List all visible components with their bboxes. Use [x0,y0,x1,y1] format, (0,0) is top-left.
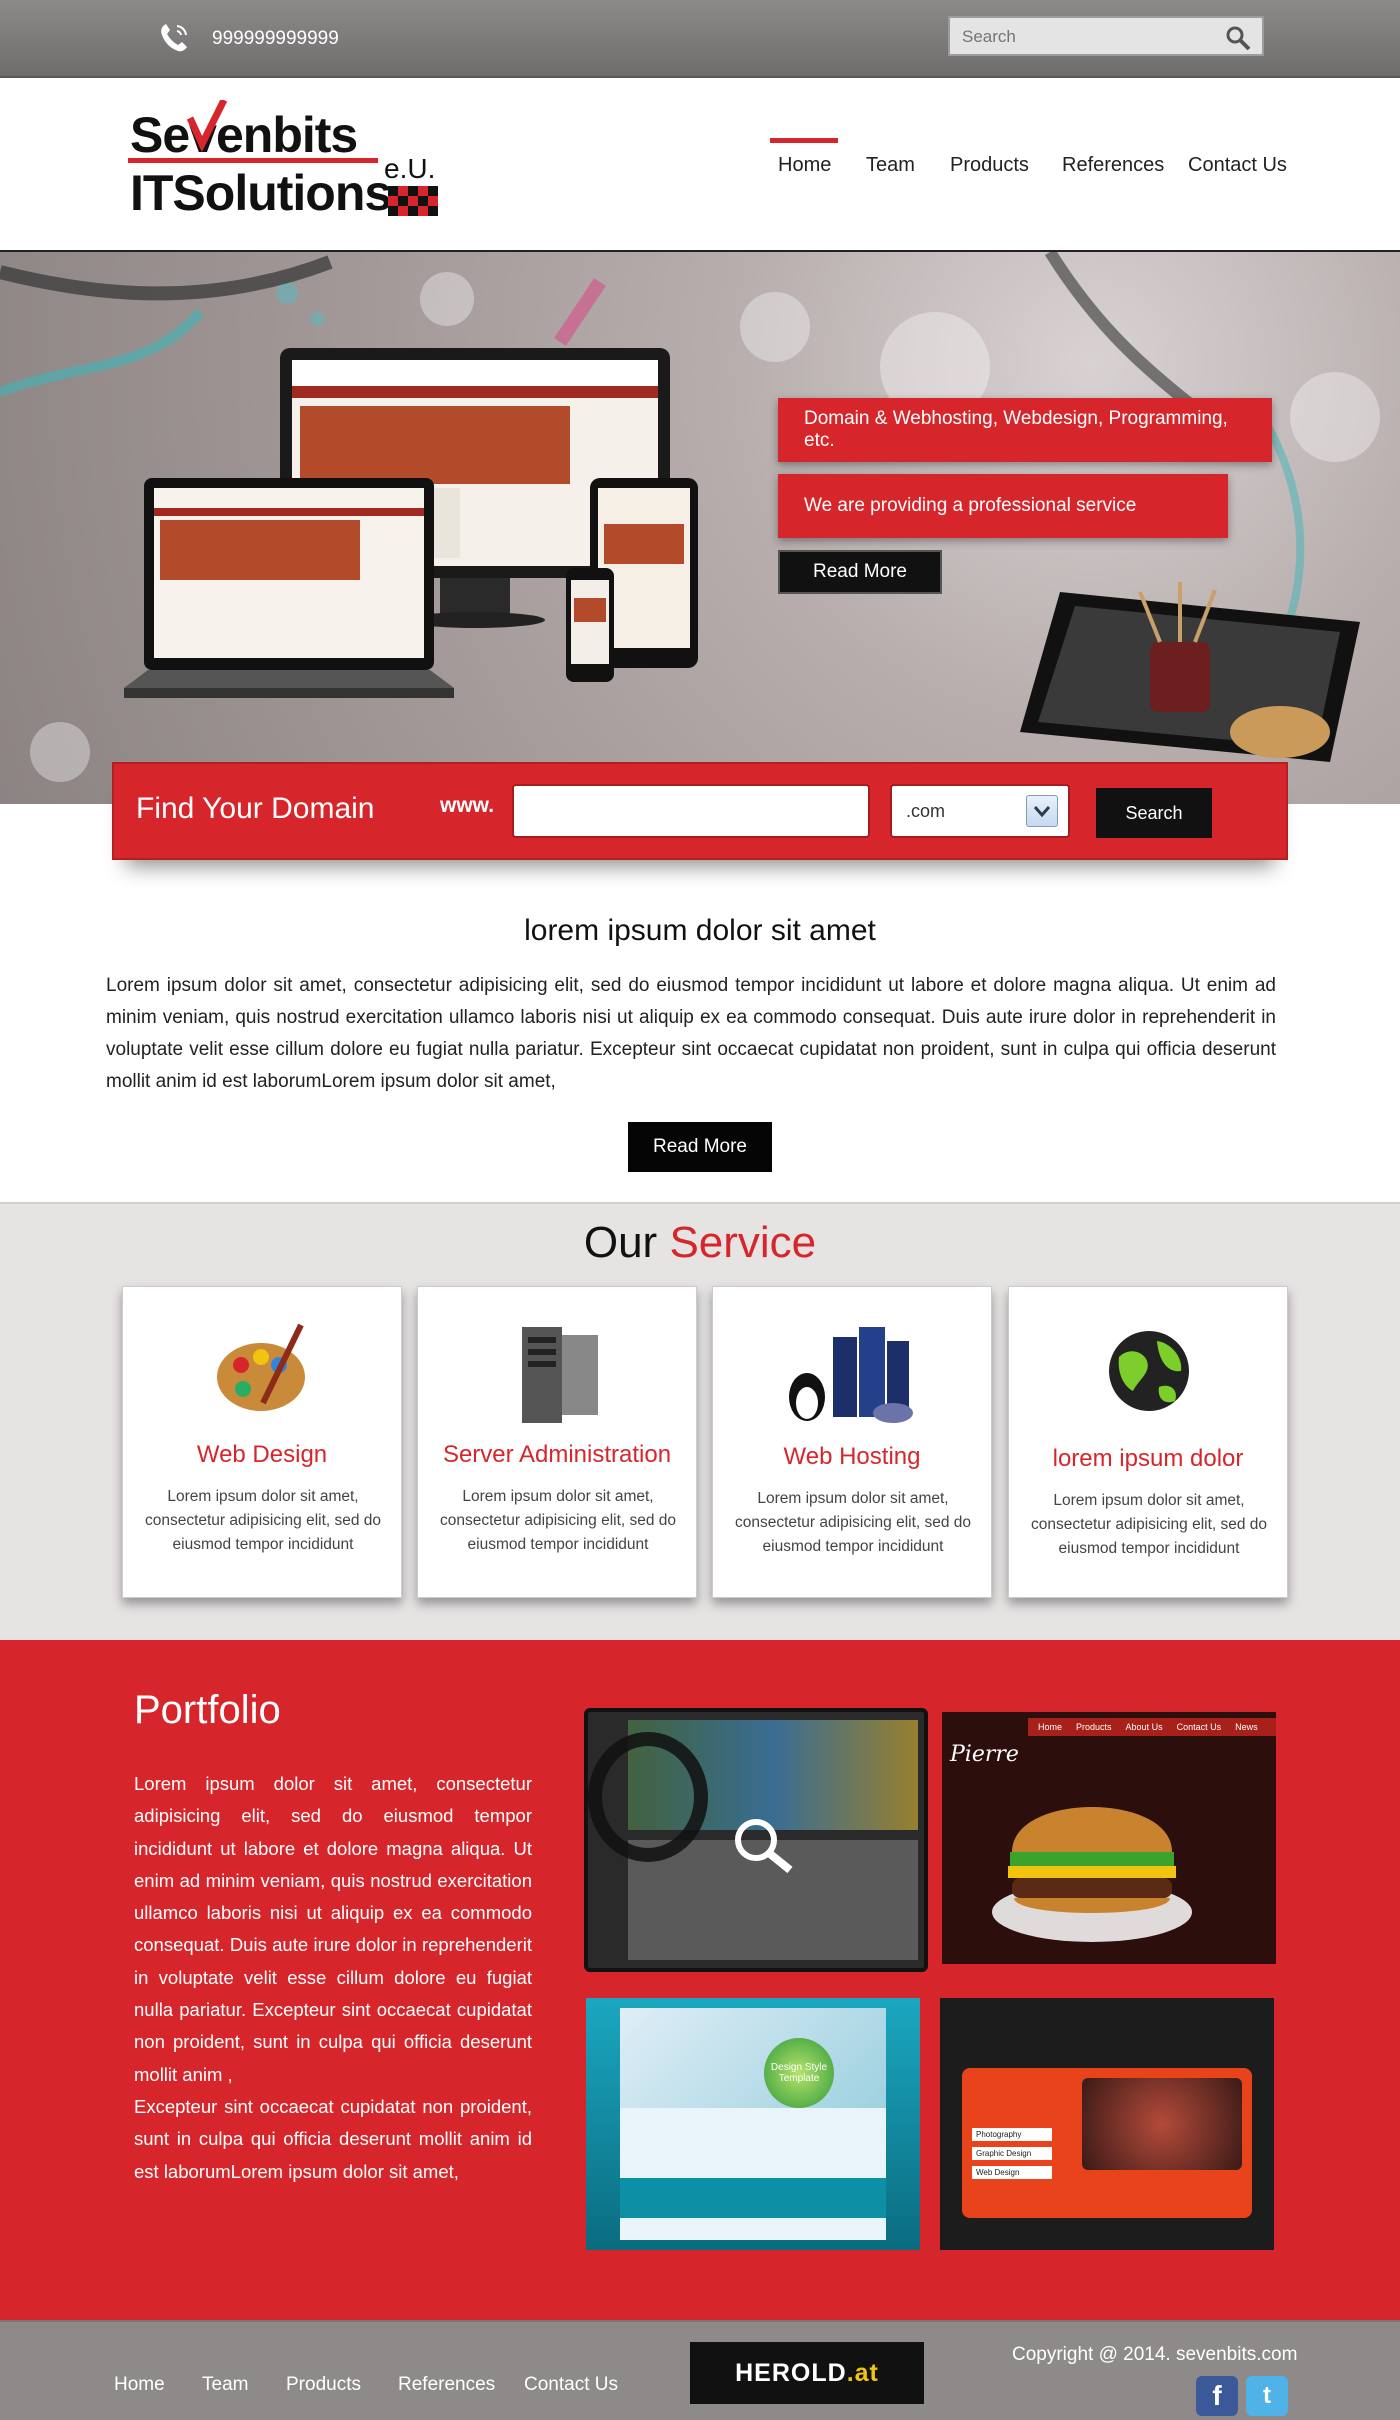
service-title: Our Service [0,1218,1400,1268]
search-input[interactable] [962,24,1212,50]
copyright-text: Copyright @ 2014. sevenbits.com [1012,2344,1298,2365]
magnify-icon [735,1819,793,1874]
nav-references[interactable]: References [1062,154,1164,177]
nav-home[interactable]: Home [778,154,831,177]
service-card-generic[interactable]: lorem ipsum dolor Lorem ipsum dolor sit … [1008,1286,1288,1598]
nav-contact-us[interactable]: Contact Us [1188,154,1287,177]
thumb-nav-item: News [1235,1722,1258,1732]
thumb-brand: Pierre [950,1742,1019,1767]
thumb-footer [620,2178,886,2218]
domain-search-title: Find Your Domain [136,792,375,825]
phone-icon [161,24,187,52]
burger-image [992,1807,1192,1942]
footer-home-link[interactable]: Home [114,2374,165,2396]
thumb-menu-item: Photography [972,2128,1052,2141]
phone-number: 999999999999 [212,28,339,49]
service-card-text: Lorem ipsum dolor sit amet, consectetur … [144,1488,382,1553]
service-title-our: Our [583,1218,658,1267]
footer-references-link[interactable]: References [398,2374,495,2396]
service-card-web-hosting[interactable]: Web Hosting Lorem ipsum dolor sit amet, … [712,1286,992,1598]
domain-search-button[interactable]: Search [1096,788,1212,838]
headphones-image [588,1732,708,1862]
service-section: Our Service Web Design Lorem ipsum dolor… [0,1202,1400,1640]
portfolio-item-company[interactable]: Photography Graphic Design Web Design [940,1998,1274,2250]
devices-illustration [124,348,698,698]
domain-name-input[interactable] [512,784,870,838]
portfolio-item-music[interactable] [584,1708,928,1972]
herold-logo[interactable]: HEROLD .at [690,2342,924,2404]
www-label: www. [440,794,495,817]
footer-products-link[interactable]: Products [286,2374,361,2396]
top-bar: 999999999999 [0,0,1400,78]
thumb-banner [620,2008,886,2108]
chevron-down-icon[interactable] [1026,795,1058,827]
footer-contact-link[interactable]: Contact Us [524,2374,618,2396]
thumb-nav-item: Products [1076,1722,1112,1732]
server-icon [522,1327,598,1423]
service-title-service: Service [669,1218,817,1267]
domain-search-bar: Find Your Domain www. .com Search [112,762,1288,860]
svg-text:Sevenbits: Sevenbits [130,107,357,163]
thumb-menu-item: Web Design [972,2166,1052,2179]
service-card-text: Lorem ipsum dolor sit amet, consectetur … [734,1490,972,1555]
thumb-label: Design Style Template [764,2038,834,2108]
hero-tag-professional: We are providing a professional service [778,474,1228,538]
footer: Home Team Products References Contact Us… [0,2320,1400,2420]
thumb-photo [1082,2078,1242,2170]
thumb-menu: Photography Graphic Design Web Design [972,2128,1052,2179]
hero-tag-services: Domain & Webhosting, Webdesign, Programm… [778,398,1272,462]
nav-team[interactable]: Team [866,154,915,177]
portfolio-title: Portfolio [134,1688,281,1732]
intro-read-more-button[interactable]: Read More [628,1122,772,1172]
portfolio-section: Portfolio Lorem ipsum dolor sit amet, co… [0,1640,1400,2320]
service-card-title: lorem ipsum dolor [1052,1445,1244,1472]
hero-banner: Domain & Webhosting, Webdesign, Programm… [0,252,1400,804]
herold-logo-domain: .at [846,2358,879,2387]
thumb-nav-item: Home [1038,1722,1063,1732]
company-logo[interactable]: Sevenbits ITSolutions e.U. [128,100,458,228]
service-card-title: Web Hosting [783,1443,921,1470]
thumb-nav-item: About Us [1125,1722,1163,1732]
thumb-nav: Home Products About Us Contact Us News [1028,1718,1276,1736]
service-card-title: Server Administration [442,1441,672,1468]
header: Sevenbits ITSolutions e.U. Home Team Pro… [0,78,1400,252]
service-card-title: Web Design [196,1441,328,1468]
svg-text:e.U.: e.U. [384,153,435,184]
intro-title: lorem ipsum dolor sit amet [524,914,876,947]
nav-active-indicator [770,138,838,143]
hero-read-more-button[interactable]: Read More [778,550,942,594]
footer-team-link[interactable]: Team [202,2374,248,2396]
portfolio-item-pierre[interactable]: Home Products About Us Contact Us News P… [942,1712,1276,1964]
tld-dropdown[interactable]: .com [890,784,1070,838]
service-card-server-admin[interactable]: Server Administration Lorem ipsum dolor … [417,1286,697,1598]
facebook-icon[interactable]: f [1196,2376,1238,2416]
herold-logo-text: HEROLD [735,2358,847,2387]
portfolio-text: Lorem ipsum dolor sit amet, consectetur … [134,1773,532,2182]
tld-selected-value: .com [906,801,946,821]
search-box [948,16,1264,56]
service-card-text: Lorem ipsum dolor sit amet, consectetur … [1030,1492,1268,1557]
twitter-icon[interactable]: t [1246,2376,1288,2416]
hosting-icon [789,1327,913,1423]
search-icon[interactable] [1224,24,1252,52]
nav-products[interactable]: Products [950,154,1029,177]
tablet-illustration [1020,582,1360,762]
service-card-text: Lorem ipsum dolor sit amet, consectetur … [439,1488,677,1553]
palette-icon [217,1323,305,1411]
thumb-menu-item: Graphic Design [972,2147,1052,2160]
service-card-web-design[interactable]: Web Design Lorem ipsum dolor sit amet, c… [122,1286,402,1598]
thumb-nav-item: Contact Us [1176,1722,1222,1732]
globe-icon [1109,1331,1189,1411]
portfolio-item-design-style[interactable]: Design Style Template [586,1998,920,2250]
svg-text:ITSolutions: ITSolutions [130,165,391,221]
intro-text: Lorem ipsum dolor sit amet, consectetur … [106,975,1276,1092]
